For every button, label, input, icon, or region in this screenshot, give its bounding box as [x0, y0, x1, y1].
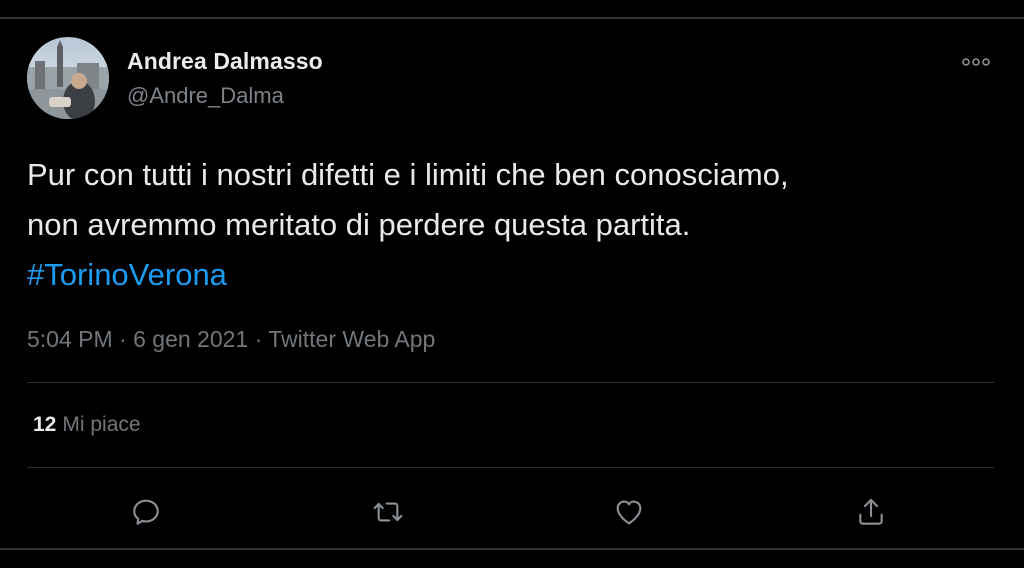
author-handle[interactable]: @Andre_Dalma — [127, 83, 284, 109]
divider — [27, 467, 994, 468]
author-name[interactable]: Andrea Dalmasso — [127, 48, 323, 75]
tweet-date-link[interactable]: 6 gen 2021 — [133, 326, 248, 352]
tweet-time-link[interactable]: 5:04 PM — [27, 326, 113, 352]
hashtag-link[interactable]: #TorinoVerona — [27, 250, 987, 300]
likes-stat[interactable]: 12 Mi piace — [33, 413, 141, 437]
meta-separator: · — [119, 326, 127, 352]
tweet-text-line: Pur con tutti i nostri difetti e i limit… — [27, 157, 789, 192]
avatar[interactable] — [27, 37, 109, 119]
tweet-card: Andrea Dalmasso @Andre_Dalma Pur con tut… — [0, 0, 1024, 568]
divider — [27, 382, 994, 383]
retweet-icon — [373, 502, 403, 522]
heart-icon — [616, 500, 642, 525]
reply-icon — [133, 499, 159, 525]
tweet-source-link[interactable]: Twitter Web App — [268, 326, 435, 352]
likes-label: Mi piace — [62, 413, 141, 436]
share-button[interactable] — [851, 492, 891, 532]
tweet-metadata: 5:04 PM · 6 gen 2021 · Twitter Web App — [27, 326, 435, 353]
tweet-text: Pur con tutti i nostri difetti e i limit… — [27, 150, 987, 300]
reply-button[interactable] — [126, 492, 166, 532]
tweet-text-line: non avremmo meritato di perdere questa p… — [27, 207, 691, 242]
share-icon — [859, 498, 883, 525]
more-horizontal-icon — [962, 58, 990, 66]
more-options-button[interactable] — [958, 50, 994, 74]
avatar-photo — [27, 37, 109, 119]
meta-separator: · — [254, 326, 263, 352]
retweet-button[interactable] — [368, 492, 408, 532]
like-button[interactable] — [609, 492, 649, 532]
likes-count: 12 — [33, 413, 57, 436]
